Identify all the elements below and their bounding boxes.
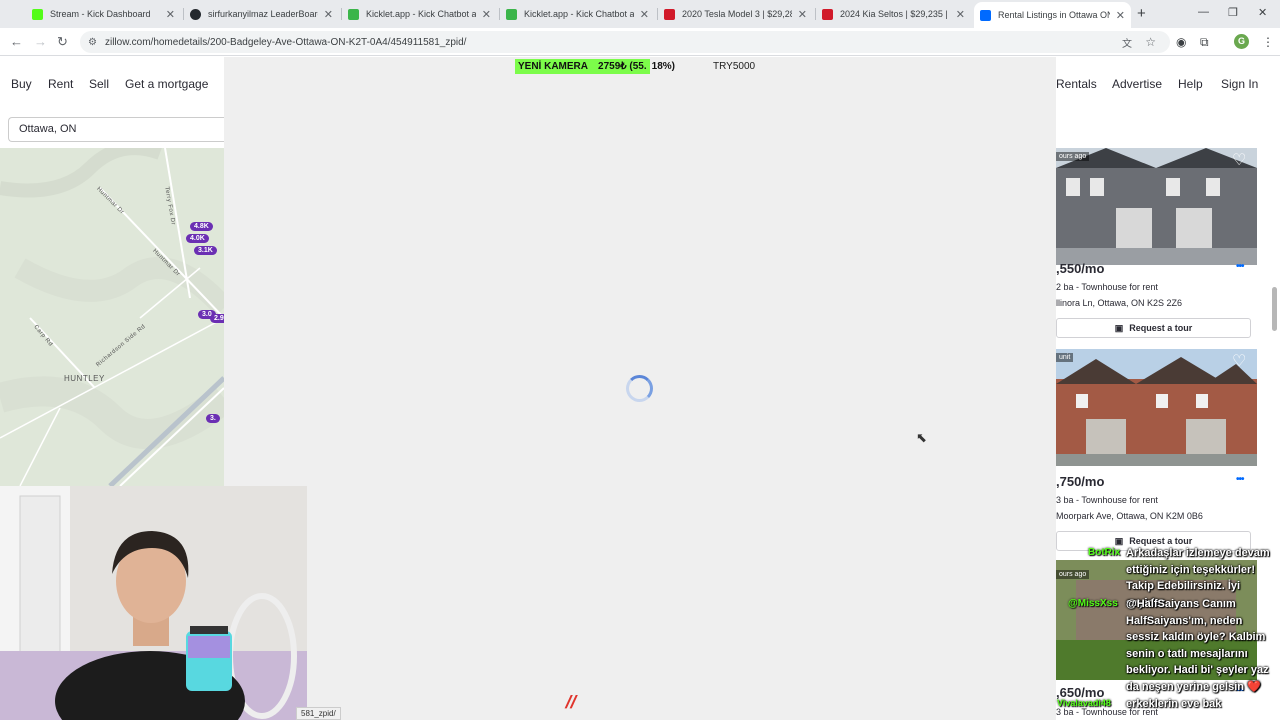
- webcam-feed: [0, 486, 307, 720]
- profile-avatar[interactable]: G: [1234, 34, 1249, 49]
- request-tour-button[interactable]: ▣ Request a tour: [1056, 318, 1251, 338]
- bookmark-star-icon[interactable]: ☆: [1145, 35, 1156, 49]
- listing-photo[interactable]: ours ago ♡: [1056, 148, 1257, 265]
- back-icon[interactable]: ←: [10, 34, 23, 49]
- tab-title: sirfurkanyilmaz LeaderBoard | T: [208, 9, 318, 19]
- more-options-icon[interactable]: •••: [1236, 261, 1244, 272]
- restore-icon[interactable]: ❐: [1228, 6, 1238, 19]
- goal-percent-rest: 18%): [651, 61, 675, 72]
- nav-advertise[interactable]: Advertise: [1112, 77, 1162, 91]
- forward-icon[interactable]: →: [34, 34, 47, 49]
- tab-zillow-active[interactable]: Rental Listings in Ottawa ON - ✕: [974, 2, 1131, 28]
- new-tab-icon[interactable]: +: [1137, 5, 1146, 22]
- tab-kick-dashboard[interactable]: Stream - Kick Dashboard ✕: [26, 3, 181, 25]
- close-tab-icon[interactable]: ✕: [166, 8, 175, 21]
- close-tab-icon[interactable]: ✕: [956, 8, 965, 21]
- nav-help[interactable]: Help: [1178, 77, 1203, 91]
- listing-time-badge: ours ago: [1056, 570, 1090, 579]
- listing-photo[interactable]: unit ♡: [1056, 349, 1257, 466]
- status-bar-url: 581_zpid/: [296, 707, 341, 720]
- nav-get-a-mortgage[interactable]: Get a mortgage: [125, 77, 208, 91]
- tab-title: Rental Listings in Ottawa ON -: [998, 10, 1110, 20]
- tab-strip: Stream - Kick Dashboard ✕ sirfurkanyilma…: [0, 0, 1280, 28]
- map-price-pin[interactable]: 4.0K: [186, 234, 209, 243]
- chat-username: Vivalavadi48: [1057, 698, 1111, 708]
- loading-spinner-icon: [626, 375, 653, 402]
- tab-kicklet-1[interactable]: Kicklet.app - Kick Chatbot and ✕: [342, 3, 497, 25]
- tab-kicklet-2[interactable]: Kicklet.app - Kick Chatbot and ✕: [500, 3, 655, 25]
- map-price-pin[interactable]: 3.1K: [194, 246, 217, 255]
- goal-target: TRY5000: [713, 61, 756, 72]
- kick-favicon-icon: [32, 8, 43, 20]
- chat-message: @HalfSaiyans Canım HalfSaiyans'ım, neden…: [1126, 598, 1269, 693]
- chat-username: @MissXss: [1068, 598, 1118, 609]
- goal-label: YENİ KAMERA: [518, 61, 589, 72]
- mouse-cursor-icon: ⬉: [916, 430, 927, 445]
- url-text[interactable]: zillow.com/homedetails/200-Badgeley-Ave-…: [105, 37, 467, 48]
- tab-title: Kicklet.app - Kick Chatbot and: [366, 9, 476, 19]
- menu-kebab-icon[interactable]: ⋮: [1262, 35, 1274, 49]
- listing-price[interactable]: ,750/mo: [1056, 474, 1104, 489]
- calendar-icon: ▣: [1114, 535, 1124, 546]
- tab-leaderboard[interactable]: sirfurkanyilmaz LeaderBoard | T ✕: [184, 3, 339, 25]
- tab-title: 2020 Tesla Model 3 | $29,288 |: [682, 9, 792, 19]
- close-window-icon[interactable]: ✕: [1258, 6, 1267, 19]
- tab-tesla[interactable]: 2020 Tesla Model 3 | $29,288 | ✕: [658, 3, 813, 25]
- site-info-icon[interactable]: ⚙: [88, 37, 97, 48]
- calendar-icon: ▣: [1114, 322, 1124, 333]
- close-tab-icon[interactable]: ✕: [1116, 9, 1125, 22]
- close-tab-icon[interactable]: ✕: [798, 8, 807, 21]
- listing-address[interactable]: llinora Ln, Ottawa, ON K2S 2Z6: [1056, 298, 1182, 308]
- tab-title: Kicklet.app - Kick Chatbot and: [524, 9, 634, 19]
- tab-title: 2024 Kia Seltos | $29,235 | 58,0: [840, 9, 950, 19]
- autotrader-favicon-icon: [664, 8, 675, 20]
- listing-details: 3 ba - Townhouse for rent: [1056, 495, 1158, 505]
- zillow-favicon-icon: [980, 9, 991, 21]
- goal-progress-fill: YENİ KAMERA 2759₺ (55.: [515, 59, 650, 74]
- streamer-webcam-image: [0, 486, 307, 720]
- listings-scrollbar[interactable]: [1272, 287, 1277, 331]
- listing-status-badge: unit: [1056, 353, 1074, 362]
- location-search-input[interactable]: Ottawa, ON: [8, 117, 224, 142]
- close-tab-icon[interactable]: ✕: [482, 8, 491, 21]
- save-heart-icon[interactable]: ♡: [1232, 150, 1246, 170]
- map-price-pin[interactable]: 4.8K: [190, 222, 213, 231]
- nav-rentals[interactable]: Rentals: [1056, 77, 1097, 91]
- minimize-icon[interactable]: —: [1198, 6, 1209, 18]
- goal-amount: 2759₺ (55.: [598, 61, 647, 72]
- nav-sign-in[interactable]: Sign In: [1221, 77, 1258, 91]
- chat-username: BotRix: [1088, 547, 1121, 558]
- autotrader-favicon-icon: [822, 8, 833, 20]
- chat-message: erkeklerin eve bak: [1126, 698, 1222, 710]
- close-tab-icon[interactable]: ✕: [640, 8, 649, 21]
- listing-time-badge: ours ago: [1056, 152, 1090, 161]
- listings-map[interactable]: 4.8K 4.0K 3.1K 3.0 2.9 3. HUNTLEY Huntma…: [0, 148, 224, 486]
- nav-sell[interactable]: Sell: [89, 77, 109, 91]
- reload-icon[interactable]: ↻: [57, 34, 68, 50]
- translate-icon[interactable]: 文: [1122, 35, 1132, 50]
- listing-details: 2 ba - Townhouse for rent: [1056, 282, 1158, 292]
- close-tab-icon[interactable]: ✕: [324, 8, 333, 21]
- townhouse-photo: [1056, 349, 1257, 466]
- github-favicon-icon: [190, 8, 201, 20]
- map-price-pin[interactable]: 2.9: [210, 314, 224, 323]
- more-options-icon[interactable]: •••: [1236, 474, 1244, 485]
- listing-address[interactable]: Moorpark Ave, Ottawa, ON K2M 0B6: [1056, 511, 1203, 521]
- listing-price[interactable]: ,550/mo: [1056, 261, 1104, 276]
- omnibox[interactable]: ⚙ zillow.com/homedetails/200-Badgeley-Av…: [80, 31, 1170, 53]
- townhouse-photo: [1056, 148, 1257, 265]
- donation-goal-ticker: YENİ KAMERA 2759₺ (55. 18%) TRY5000: [515, 59, 755, 74]
- kicklet-favicon-icon: [506, 8, 517, 20]
- extensions-puzzle-icon[interactable]: ⧉: [1200, 35, 1209, 50]
- save-heart-icon[interactable]: ♡: [1232, 351, 1246, 371]
- nav-buy[interactable]: Buy: [11, 77, 32, 91]
- tab-title: Stream - Kick Dashboard: [50, 9, 151, 19]
- kicklet-favicon-icon: [348, 8, 359, 20]
- map-price-pin[interactable]: 3.: [206, 414, 220, 423]
- extension-icon[interactable]: ◉: [1176, 35, 1186, 49]
- tab-kia[interactable]: 2024 Kia Seltos | $29,235 | 58,0 ✕: [816, 3, 971, 25]
- map-place-label: HUNTLEY: [64, 374, 105, 383]
- nav-rent[interactable]: Rent: [48, 77, 73, 91]
- address-toolbar: ← → ↻ ⚙ zillow.com/homedetails/200-Badge…: [0, 28, 1280, 56]
